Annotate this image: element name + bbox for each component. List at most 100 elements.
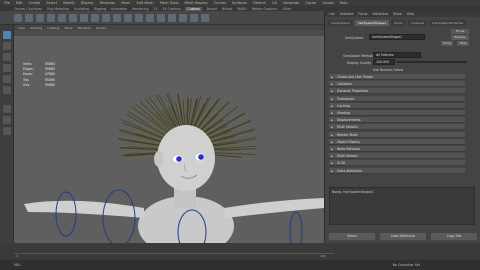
section-uuid[interactable]: UUID bbox=[329, 160, 465, 167]
nucleus-checkbox-label[interactable]: Use Nucleus Solver bbox=[373, 68, 404, 72]
section-node-behavior[interactable]: Node Behavior bbox=[329, 146, 465, 152]
hide-button[interactable]: Hide bbox=[457, 41, 469, 46]
viewport-menu-renderer[interactable]: Renderer bbox=[78, 26, 92, 30]
rotate-tool-icon[interactable] bbox=[3, 75, 11, 83]
notes-panel[interactable]: Notes: hairSystemShape1 bbox=[329, 187, 475, 225]
ae-tab[interactable]: time1 bbox=[391, 20, 406, 26]
ae-tab[interactable]: hairSystem1Follicles bbox=[429, 20, 467, 26]
ae-tab[interactable]: nucleus1 bbox=[407, 20, 428, 26]
shelf-tool-icon[interactable] bbox=[47, 13, 55, 22]
show-button[interactable]: Show bbox=[441, 41, 453, 46]
shelf-tab-animation[interactable]: Animation bbox=[111, 7, 127, 11]
section-shading[interactable]: Shading bbox=[329, 110, 465, 116]
shelf-tool-icon[interactable] bbox=[69, 13, 77, 22]
layout-single-icon[interactable] bbox=[3, 105, 11, 113]
shelf-tool-icon[interactable] bbox=[201, 13, 209, 22]
viewport-scene[interactable] bbox=[14, 36, 324, 243]
section-multi-streaks[interactable]: Multi Streaks bbox=[329, 153, 465, 160]
shelf-tool-icon[interactable] bbox=[58, 13, 66, 22]
right-arm-mesh[interactable] bbox=[224, 198, 324, 218]
viewport-menu-shading[interactable]: Shading bbox=[30, 26, 42, 30]
focus-button[interactable]: Focus bbox=[451, 29, 469, 34]
ae-tab[interactable]: hairSystemShape1 bbox=[354, 20, 390, 26]
timeline-ticks[interactable] bbox=[14, 246, 334, 254]
menu-surfaces[interactable]: Surfaces bbox=[232, 1, 247, 5]
shelf-tab-custom[interactable]: Custom bbox=[185, 6, 202, 11]
shelf-tab-arnold[interactable]: Arnold bbox=[207, 7, 217, 11]
shelf-tool-icon[interactable] bbox=[80, 13, 88, 22]
section-turbulence[interactable]: Turbulence bbox=[329, 95, 465, 102]
viewport-menu-view[interactable]: View bbox=[18, 26, 25, 30]
section-caching[interactable]: Caching bbox=[329, 102, 465, 109]
move-tool-icon[interactable] bbox=[3, 64, 11, 72]
display-quality-field[interactable]: 100.000 bbox=[373, 59, 395, 65]
shelf-tool-icon[interactable] bbox=[25, 13, 33, 22]
copy-tab-button[interactable]: Copy Tab bbox=[431, 233, 477, 240]
menu-help[interactable]: Help bbox=[340, 1, 348, 5]
shelf-tab-xgen[interactable]: XGen bbox=[283, 7, 292, 11]
shelf-tool-icon[interactable] bbox=[157, 13, 165, 22]
viewport-menu-show[interactable]: Show bbox=[64, 26, 72, 30]
section-multi-streaks[interactable]: Multi Streaks bbox=[329, 124, 465, 131]
menu-mesh-tools[interactable]: Mesh Tools bbox=[160, 1, 179, 5]
layout-four-icon[interactable] bbox=[3, 116, 11, 124]
viewport-menu-panels[interactable]: Panels bbox=[96, 26, 106, 30]
node-name-field[interactable]: hairSystemShape1 bbox=[369, 34, 425, 40]
lasso-tool-icon[interactable] bbox=[3, 42, 11, 50]
shelf-tool-icon[interactable] bbox=[135, 13, 143, 22]
command-line[interactable]: MEL No Character Set bbox=[0, 260, 480, 270]
section-object-display[interactable]: Object Display bbox=[329, 138, 465, 145]
shelf-tool-icon[interactable] bbox=[146, 13, 154, 22]
left-arm-mesh[interactable] bbox=[24, 200, 144, 218]
section-collisions[interactable]: Collisions bbox=[329, 81, 465, 88]
menu-cache[interactable]: Cache bbox=[305, 1, 316, 5]
viewport-menu-lighting[interactable]: Lighting bbox=[47, 26, 59, 30]
menu-select[interactable]: Select bbox=[46, 1, 57, 5]
ae-menu-attributes[interactable]: Attributes bbox=[373, 12, 389, 16]
ae-menu-focus[interactable]: Focus bbox=[358, 12, 367, 16]
menu-file[interactable]: File bbox=[4, 1, 10, 5]
simulation-method-dropdown[interactable]: All Follicles bbox=[373, 52, 421, 58]
menu-create[interactable]: Create bbox=[29, 1, 41, 5]
menu-edit-mesh[interactable]: Edit Mesh bbox=[136, 1, 153, 5]
section-extra-attributes[interactable]: Extra Attributes bbox=[329, 167, 465, 174]
menu-windows[interactable]: Windows bbox=[100, 1, 116, 5]
presets-button[interactable]: Presets bbox=[451, 35, 469, 40]
menu-mesh[interactable]: Mesh bbox=[121, 1, 130, 5]
shelf-tool-icon[interactable] bbox=[113, 13, 121, 22]
paint-tool-icon[interactable] bbox=[3, 53, 11, 61]
menu-display[interactable]: Display bbox=[81, 1, 94, 5]
shelf-tab-mash[interactable]: MASH bbox=[237, 7, 246, 11]
shelf-tool-icon[interactable] bbox=[102, 13, 110, 22]
section-displacements[interactable]: Displacements bbox=[329, 117, 465, 124]
menu-edit[interactable]: Edit bbox=[16, 1, 23, 5]
ae-tab[interactable]: hairSystem1 bbox=[328, 20, 353, 26]
shelf-tab-bifrost[interactable]: Bifrost bbox=[222, 7, 232, 11]
menu-modify[interactable]: Modify bbox=[63, 1, 75, 5]
ae-menu-list[interactable]: List bbox=[329, 12, 335, 16]
viewport-panel[interactable]: View Shading Lighting Show Renderer Panels Ve… bbox=[14, 25, 324, 243]
section-clump-and-hair-shape[interactable]: Clump and Hair Shape bbox=[329, 74, 465, 80]
shelf-tab-motion-graphics[interactable]: Motion Graphics bbox=[252, 7, 278, 11]
shelf-tool-icon[interactable] bbox=[91, 13, 99, 22]
menu-deform[interactable]: Deform bbox=[253, 1, 266, 5]
shelf-tab-fx[interactable]: FX bbox=[154, 7, 158, 11]
layout-side-icon[interactable] bbox=[3, 127, 11, 135]
section-render-stats[interactable]: Render Stats bbox=[329, 131, 465, 138]
shelf-tool-icon[interactable] bbox=[36, 13, 44, 22]
menu-mesh-display[interactable]: Mesh Display bbox=[185, 1, 208, 5]
shelf-tab-rigging[interactable]: Rigging bbox=[94, 7, 106, 11]
menu-uv[interactable]: UV bbox=[272, 1, 277, 5]
shelf-tab-curves-surfaces[interactable]: Curves / Surfaces bbox=[14, 7, 42, 11]
menu-curves[interactable]: Curves bbox=[214, 1, 226, 5]
shelf-tool-icon[interactable] bbox=[168, 13, 176, 22]
head-mesh[interactable] bbox=[157, 125, 215, 191]
scale-tool-icon[interactable] bbox=[3, 86, 11, 94]
ae-menu-help[interactable]: Help bbox=[407, 12, 414, 16]
shelf-tool-icon[interactable] bbox=[179, 13, 187, 22]
ae-menu-show[interactable]: Show bbox=[393, 12, 402, 16]
section-dynamic-properties[interactable]: Dynamic Properties bbox=[329, 88, 465, 95]
arm-control-left[interactable] bbox=[55, 191, 77, 237]
shelf-tab-fx-caching[interactable]: FX Caching bbox=[163, 7, 181, 11]
ae-menu-selected[interactable]: Selected bbox=[340, 12, 354, 16]
